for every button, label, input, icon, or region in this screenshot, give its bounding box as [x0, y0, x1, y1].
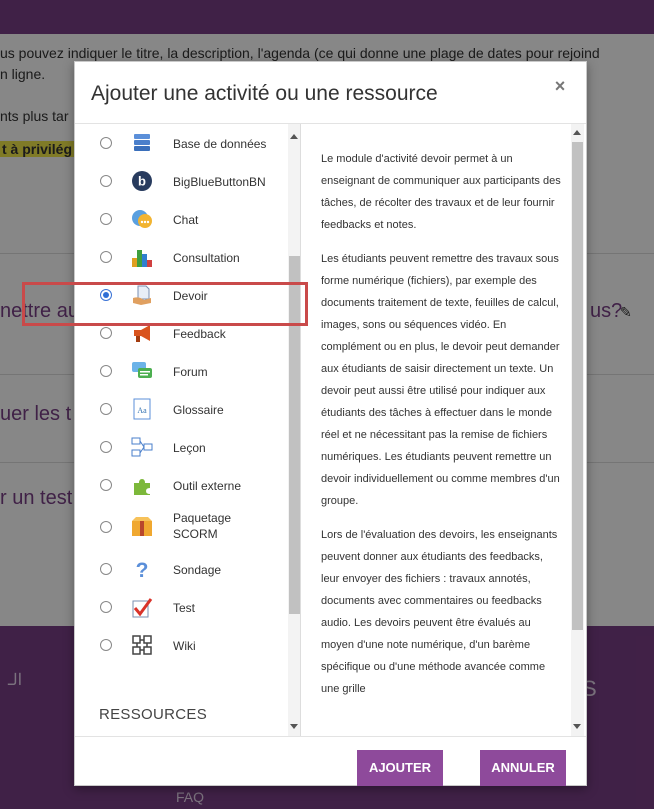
- activity-label: BigBlueButtonBN: [173, 175, 266, 189]
- activity-label: Leçon: [173, 441, 206, 455]
- activity-label: Sondage: [173, 563, 222, 577]
- radio-button[interactable]: [100, 521, 112, 533]
- activity-option-glossary[interactable]: Aa Glossaire: [75, 390, 288, 428]
- activity-label: Base de données: [173, 137, 267, 151]
- wiki-icon: [131, 634, 153, 656]
- selection-highlight-box: [22, 282, 308, 326]
- modal-header: Ajouter une activité ou une ressource ×: [75, 62, 586, 124]
- lesson-icon: [131, 436, 153, 458]
- activity-label: Paquetage SCORM: [173, 511, 232, 541]
- svg-text:b: b: [138, 174, 146, 189]
- cancel-button[interactable]: ANNULER: [480, 750, 566, 786]
- activity-label: Consultation: [173, 251, 240, 265]
- radio-button[interactable]: [100, 639, 112, 651]
- bar-chart-icon: [131, 246, 153, 268]
- activity-description: Le module d'activité devoir permet à un …: [321, 148, 561, 712]
- activity-label: Forum: [173, 365, 208, 379]
- modal-title: Ajouter une activité ou une ressource: [91, 82, 438, 105]
- database-icon: [131, 132, 153, 154]
- activity-option-lesson[interactable]: Leçon: [75, 428, 288, 466]
- description-paragraph: Les étudiants peuvent remettre des trava…: [321, 253, 560, 507]
- add-button[interactable]: AJOUTER: [357, 750, 443, 786]
- radio-button[interactable]: [100, 441, 112, 453]
- section-resources-heading: RESSOURCES: [99, 706, 208, 723]
- bigbluebutton-icon: b: [131, 170, 153, 192]
- activity-option-database[interactable]: Base de données: [75, 124, 288, 162]
- radio-button[interactable]: [100, 327, 112, 339]
- modal-footer: AJOUTER ANNULER: [75, 736, 586, 786]
- activity-label: Glossaire: [173, 403, 224, 417]
- radio-button[interactable]: [100, 365, 112, 377]
- scorm-package-icon: [131, 516, 153, 538]
- scroll-up-arrow-icon[interactable]: [573, 130, 581, 135]
- activity-option-consultation[interactable]: Consultation: [75, 238, 288, 276]
- activity-option-forum[interactable]: Forum: [75, 352, 288, 390]
- activity-list: Base de données b BigBlueButtonBN Chat C…: [75, 124, 301, 736]
- glossary-icon: Aa: [131, 398, 153, 420]
- modal-body: Base de données b BigBlueButtonBN Chat C…: [75, 124, 586, 736]
- quiz-check-icon: [131, 596, 153, 618]
- activity-label: Wiki: [173, 639, 196, 653]
- activity-label: Outil externe: [173, 479, 242, 493]
- svg-text:?: ?: [136, 559, 149, 580]
- activity-label: Feedback: [173, 327, 226, 341]
- activity-option-wiki[interactable]: Wiki: [75, 626, 288, 664]
- activity-label: Test: [173, 601, 196, 615]
- activity-option-chat[interactable]: Chat: [75, 200, 288, 238]
- radio-button[interactable]: [100, 479, 112, 491]
- radio-button[interactable]: [100, 137, 112, 149]
- radio-button[interactable]: [100, 175, 112, 187]
- activity-label: Chat: [173, 213, 199, 227]
- scroll-down-arrow-icon[interactable]: [573, 724, 581, 729]
- forum-icon: [131, 360, 153, 382]
- activity-option-quiz[interactable]: Test: [75, 588, 288, 626]
- activity-option-external-tool[interactable]: Outil externe: [75, 466, 288, 504]
- description-scrollbar-thumb[interactable]: [572, 142, 583, 630]
- scroll-up-arrow-icon[interactable]: [290, 134, 298, 139]
- description-paragraph: Lors de l'évaluation des devoirs, les en…: [321, 529, 558, 695]
- svg-text:Aa: Aa: [137, 406, 147, 415]
- add-activity-modal: Ajouter une activité ou une ressource × …: [74, 61, 587, 786]
- description-paragraph: Le module d'activité devoir permet à un …: [321, 153, 561, 231]
- description-pane: Le module d'activité devoir permet à un …: [301, 124, 586, 736]
- radio-button[interactable]: [100, 563, 112, 575]
- radio-button[interactable]: [100, 213, 112, 225]
- puzzle-icon: [131, 474, 153, 496]
- activity-option-scorm[interactable]: Paquetage SCORM: [75, 504, 288, 550]
- close-icon[interactable]: ×: [552, 76, 568, 96]
- scroll-down-arrow-icon[interactable]: [290, 724, 298, 729]
- activity-option-survey[interactable]: ? Sondage: [75, 550, 288, 588]
- chat-icon: [131, 208, 153, 230]
- radio-button[interactable]: [100, 403, 112, 415]
- radio-button[interactable]: [100, 601, 112, 613]
- activity-option-bigbluebutton[interactable]: b BigBlueButtonBN: [75, 162, 288, 200]
- question-icon: ?: [131, 558, 153, 582]
- radio-button[interactable]: [100, 251, 112, 263]
